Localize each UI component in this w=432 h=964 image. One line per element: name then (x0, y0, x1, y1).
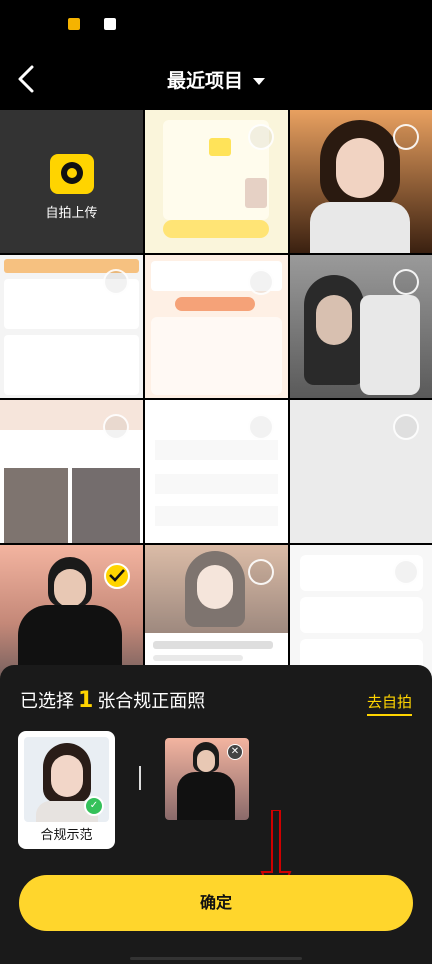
selection-suffix: 张合规正面照 (97, 691, 206, 712)
top-bar: 最近项目 (0, 50, 432, 110)
photo-app-list-screen[interactable] (145, 400, 288, 543)
select-circle[interactable] (248, 124, 274, 150)
selection-sheet: 已选择 1 张合规正面照 去自拍 ✓ 合规示范 ✕ 确定 (0, 665, 432, 964)
select-circle[interactable] (248, 269, 274, 295)
select-circle[interactable] (103, 269, 129, 295)
caret-down-icon (253, 78, 265, 85)
select-circle[interactable] (103, 414, 129, 440)
selection-count-text: 已选择 1 张合规正面照 (20, 687, 205, 713)
select-circle[interactable] (393, 124, 419, 150)
photo-woman-phone[interactable] (290, 255, 432, 398)
confirm-button[interactable]: 确定 (19, 875, 413, 931)
photo-grid: 自拍上传 (0, 110, 432, 688)
page-title: 最近项目 (166, 70, 243, 92)
check-badge-icon: ✓ (84, 796, 104, 816)
home-indicator (130, 957, 302, 960)
remove-photo-icon[interactable]: ✕ (227, 744, 243, 760)
go-selfie-link[interactable]: 去自拍 (366, 691, 412, 716)
selection-count: 1 (78, 688, 94, 713)
select-circle[interactable] (393, 559, 419, 585)
select-circle[interactable] (393, 414, 419, 440)
select-circle[interactable] (248, 414, 274, 440)
select-circle[interactable] (248, 559, 274, 585)
selfie-upload-label: 自拍上传 (45, 206, 98, 221)
photo-app-profile-screen[interactable] (0, 255, 143, 398)
photo-upload-instructions[interactable] (145, 110, 288, 253)
checkmark-icon[interactable] (108, 568, 126, 582)
selfie-upload-tile[interactable]: 自拍上传 (0, 110, 143, 253)
photo-gray-blank[interactable] (290, 400, 432, 543)
photo-app-tasks-screen[interactable] (145, 255, 288, 398)
status-bar (0, 0, 432, 50)
compliant-example-card: ✓ 合规示范 (18, 731, 115, 849)
selected-photo-thumb[interactable]: ✕ (165, 738, 249, 820)
select-circle[interactable] (393, 269, 419, 295)
album-selector[interactable]: 最近项目 (0, 66, 432, 93)
camera-icon (50, 154, 94, 194)
photo-woman-portrait[interactable] (290, 110, 432, 253)
notes-app-icon (104, 18, 116, 30)
selection-prefix: 已选择 (20, 691, 74, 712)
example-label: 合规示范 (40, 828, 93, 843)
photo-drama-posters[interactable] (0, 400, 143, 543)
divider (139, 766, 141, 790)
video-app-icon (68, 18, 80, 30)
